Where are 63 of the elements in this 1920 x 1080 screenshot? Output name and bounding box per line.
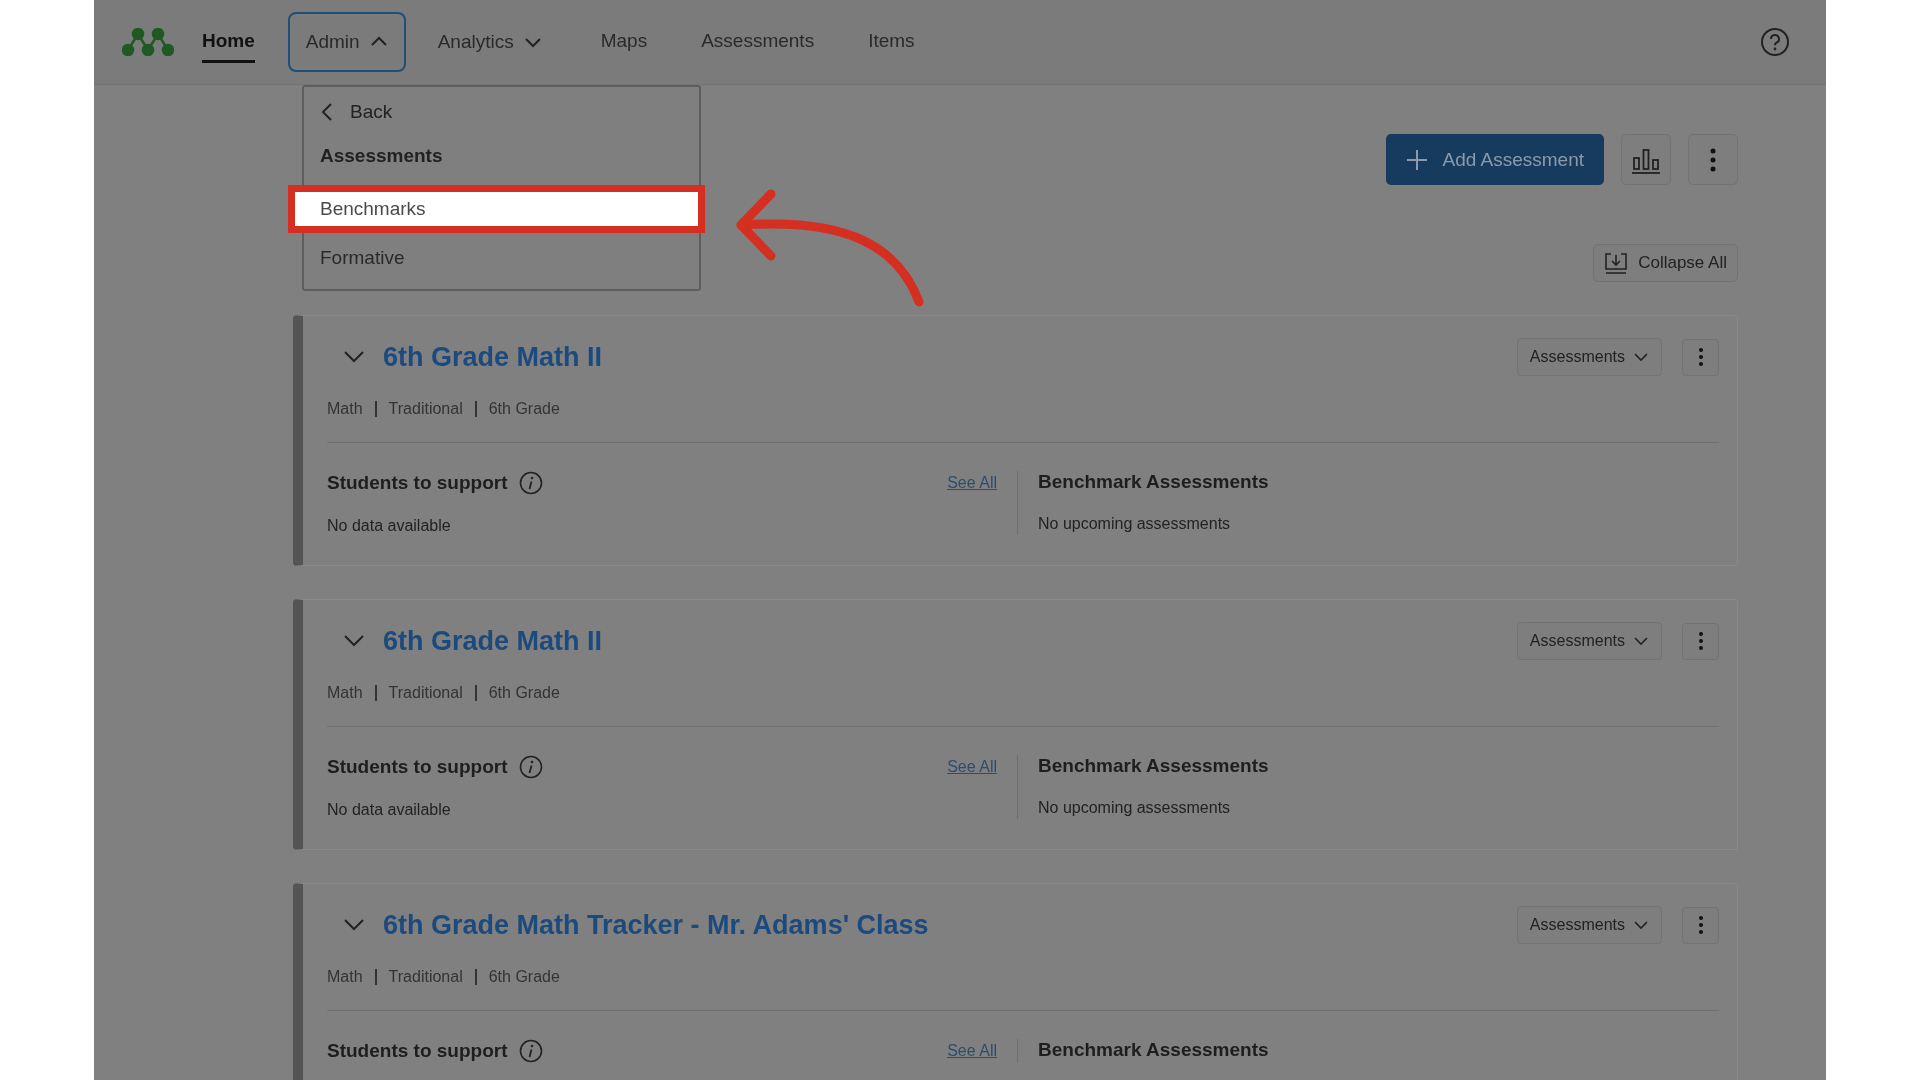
empty-state-text: No data available — [327, 517, 452, 535]
chevron-icon[interactable] — [343, 350, 365, 364]
chevron-icon — [1633, 636, 1649, 646]
section-heading: Students to support — [327, 1040, 508, 1062]
back-menu-item[interactable]: Back — [304, 93, 699, 131]
see-all-link[interactable]: See All — [947, 474, 997, 492]
chevron-icon — [369, 36, 388, 48]
menu-item[interactable]: Benchmarks — [288, 185, 705, 233]
nav-link[interactable]: Assessments — [701, 21, 815, 63]
more-options-button[interactable] — [1682, 622, 1719, 660]
nav-dropdown[interactable]: Admin — [287, 12, 406, 72]
chart-button[interactable] — [1621, 134, 1671, 185]
nav-link[interactable]: Home — [202, 21, 255, 63]
more-options-button[interactable] — [1682, 338, 1719, 376]
nav-link[interactable]: Items — [868, 21, 915, 63]
assessments-dropdown[interactable]: Assessments — [1516, 338, 1662, 376]
chevron-icon — [1633, 352, 1649, 362]
kebab-menu-icon — [1710, 147, 1716, 172]
info-icon[interactable] — [519, 1039, 544, 1063]
empty-state-text: No data available — [327, 801, 452, 819]
section-heading: Students to support — [327, 472, 508, 494]
section-heading: Benchmark Assessments — [1038, 471, 1269, 493]
section-heading: Benchmark Assessments — [1038, 755, 1269, 777]
assessments-dropdown[interactable]: Assessments — [1516, 906, 1662, 944]
course-tag: Traditional — [388, 968, 463, 986]
nav-link[interactable]: Maps — [600, 21, 648, 63]
menu-item[interactable]: Formative — [304, 235, 699, 281]
info-icon[interactable] — [519, 471, 544, 495]
course-tag: Traditional — [388, 400, 463, 418]
kebab-menu-icon — [1697, 631, 1704, 651]
plus-icon — [1406, 148, 1429, 171]
course-title-link[interactable]: 6th Grade Math II — [383, 625, 603, 657]
course-tag: 6th Grade — [488, 968, 560, 986]
section-heading: Benchmark Assessments — [1038, 1039, 1269, 1061]
course-tag: 6th Grade — [488, 400, 560, 418]
course-tag: 6th Grade — [488, 684, 560, 702]
help-icon[interactable] — [1760, 27, 1790, 57]
course-title-link[interactable]: 6th Grade Math Tracker - Mr. Adams' Class — [383, 909, 929, 941]
see-all-link[interactable]: See All — [947, 758, 997, 776]
collapse-all-button[interactable]: Collapse All — [1593, 244, 1738, 282]
chevron-icon — [523, 36, 542, 48]
course-tag: Math — [327, 684, 363, 702]
see-all-link[interactable]: See All — [947, 1042, 997, 1060]
chevron-icon[interactable] — [343, 634, 365, 648]
menu-heading: Assessments — [319, 144, 444, 168]
kebab-menu-icon — [1697, 915, 1704, 935]
more-options-button[interactable] — [1682, 906, 1719, 944]
course-tag: Traditional — [388, 684, 463, 702]
chevron-icon[interactable] — [343, 918, 365, 932]
download-tray-icon — [1604, 252, 1629, 274]
kebab-menu-icon — [1697, 347, 1704, 367]
info-icon[interactable] — [519, 755, 544, 779]
course-title-link[interactable]: 6th Grade Math II — [383, 341, 603, 373]
course-tag: Math — [327, 968, 363, 986]
chevron-icon — [1633, 920, 1649, 930]
add-assessment-button[interactable]: Add Assessment — [1386, 134, 1604, 185]
section-heading: Students to support — [327, 756, 508, 778]
course-tag: Math — [327, 400, 363, 418]
assessments-dropdown[interactable]: Assessments — [1516, 622, 1662, 660]
back-chevron-icon — [320, 102, 334, 122]
empty-state-text: No upcoming assessments — [1038, 799, 1232, 817]
empty-state-text: No upcoming assessments — [1038, 515, 1232, 533]
nav-dropdown[interactable]: Analytics — [419, 12, 560, 72]
